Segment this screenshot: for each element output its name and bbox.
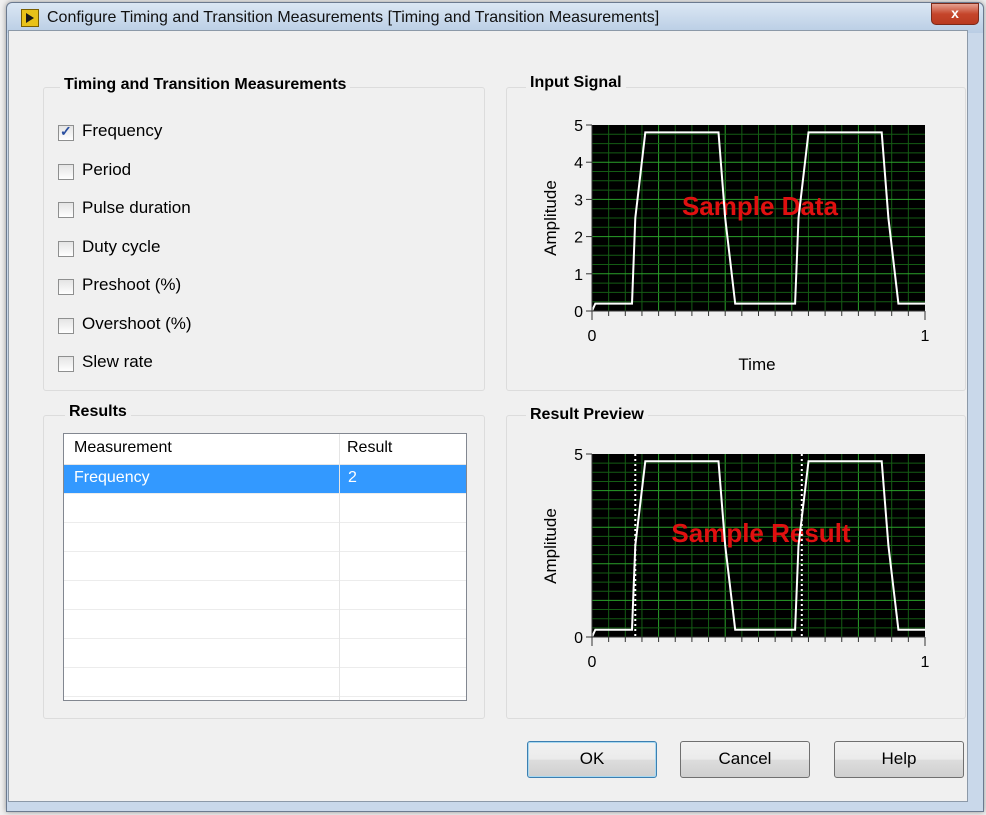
checkbox[interactable]: [58, 356, 74, 372]
input-signal-chart: Sample Data 0 1 2 3 4 5 0 1 Amplitude Time: [541, 118, 930, 374]
table-row-empty[interactable]: [64, 523, 466, 552]
table-row-empty[interactable]: [64, 494, 466, 523]
overlay-sample-data: Sample Data: [682, 191, 839, 221]
table-row-empty[interactable]: [64, 610, 466, 639]
checkbox[interactable]: [58, 240, 74, 257]
results-table[interactable]: Measurement Result Frequency 2: [63, 433, 467, 701]
checkbox[interactable]: [58, 163, 74, 180]
result-preview-chart: Sample Result 0 5 0 1 Amplitude: [541, 447, 930, 671]
checkbox[interactable]: [58, 317, 74, 334]
checkbox-label: Frequency: [82, 121, 163, 140]
y-axis-label: Amplitude: [541, 180, 560, 256]
window-title: Configure Timing and Transition Measurem…: [47, 9, 660, 26]
checkbox-label: Duty cycle: [82, 236, 161, 256]
measurements-group-label: Timing and Transition Measurements: [60, 76, 351, 94]
x-tick-label: 1: [921, 328, 930, 345]
cancel-button[interactable]: Cancel: [680, 741, 810, 778]
y-tick-label: 1: [574, 267, 583, 284]
y-tick-label: 3: [574, 192, 583, 209]
close-button[interactable]: x: [931, 3, 979, 25]
input-signal-label: Input Signal: [526, 74, 626, 92]
column-divider: [339, 434, 340, 700]
y-tick-label: 4: [574, 155, 583, 172]
results-group-label: Results: [65, 403, 131, 421]
y-axis-label: Amplitude: [541, 508, 560, 584]
table-row-empty[interactable]: [64, 668, 466, 697]
ok-button[interactable]: OK: [527, 741, 657, 778]
checkbox-label: Preshoot (%): [82, 275, 182, 294]
checkbox-label: Slew rate: [82, 352, 153, 371]
table-row[interactable]: Frequency 2: [64, 465, 466, 494]
checkbox[interactable]: [58, 202, 74, 218]
column-header-measurement[interactable]: Measurement: [74, 439, 172, 457]
labview-app-icon: [21, 9, 39, 27]
y-tick-label: 5: [574, 447, 583, 464]
x-tick-label: 1: [921, 654, 930, 671]
cell-measurement: Frequency: [74, 469, 150, 486]
checkbox-label: Pulse duration: [82, 198, 191, 217]
checkbox[interactable]: [58, 279, 74, 295]
results-table-header: Measurement Result: [64, 434, 466, 465]
y-tick-label: 0: [574, 304, 583, 321]
x-axis-label: Time: [738, 355, 775, 374]
checkbox-label: Overshoot (%): [82, 313, 192, 333]
table-row-empty[interactable]: [64, 581, 466, 610]
overlay-sample-result: Sample Result: [671, 518, 851, 548]
y-tick-label: 2: [574, 230, 583, 247]
checkbox-label: Period: [82, 159, 132, 179]
x-tick-label: 0: [588, 654, 597, 671]
x-tick-label: 0: [588, 328, 597, 345]
result-preview-label: Result Preview: [526, 406, 648, 424]
column-header-result[interactable]: Result: [347, 439, 392, 457]
help-button[interactable]: Help: [834, 741, 964, 778]
y-tick-label: 5: [574, 118, 583, 135]
checkbox[interactable]: [58, 123, 74, 141]
table-row-empty[interactable]: [64, 639, 466, 668]
cell-result: 2: [348, 469, 357, 486]
table-row-empty[interactable]: [64, 552, 466, 581]
y-tick-label: 0: [574, 630, 583, 647]
title-bar[interactable]: Configure Timing and Transition Measurem…: [7, 3, 983, 33]
